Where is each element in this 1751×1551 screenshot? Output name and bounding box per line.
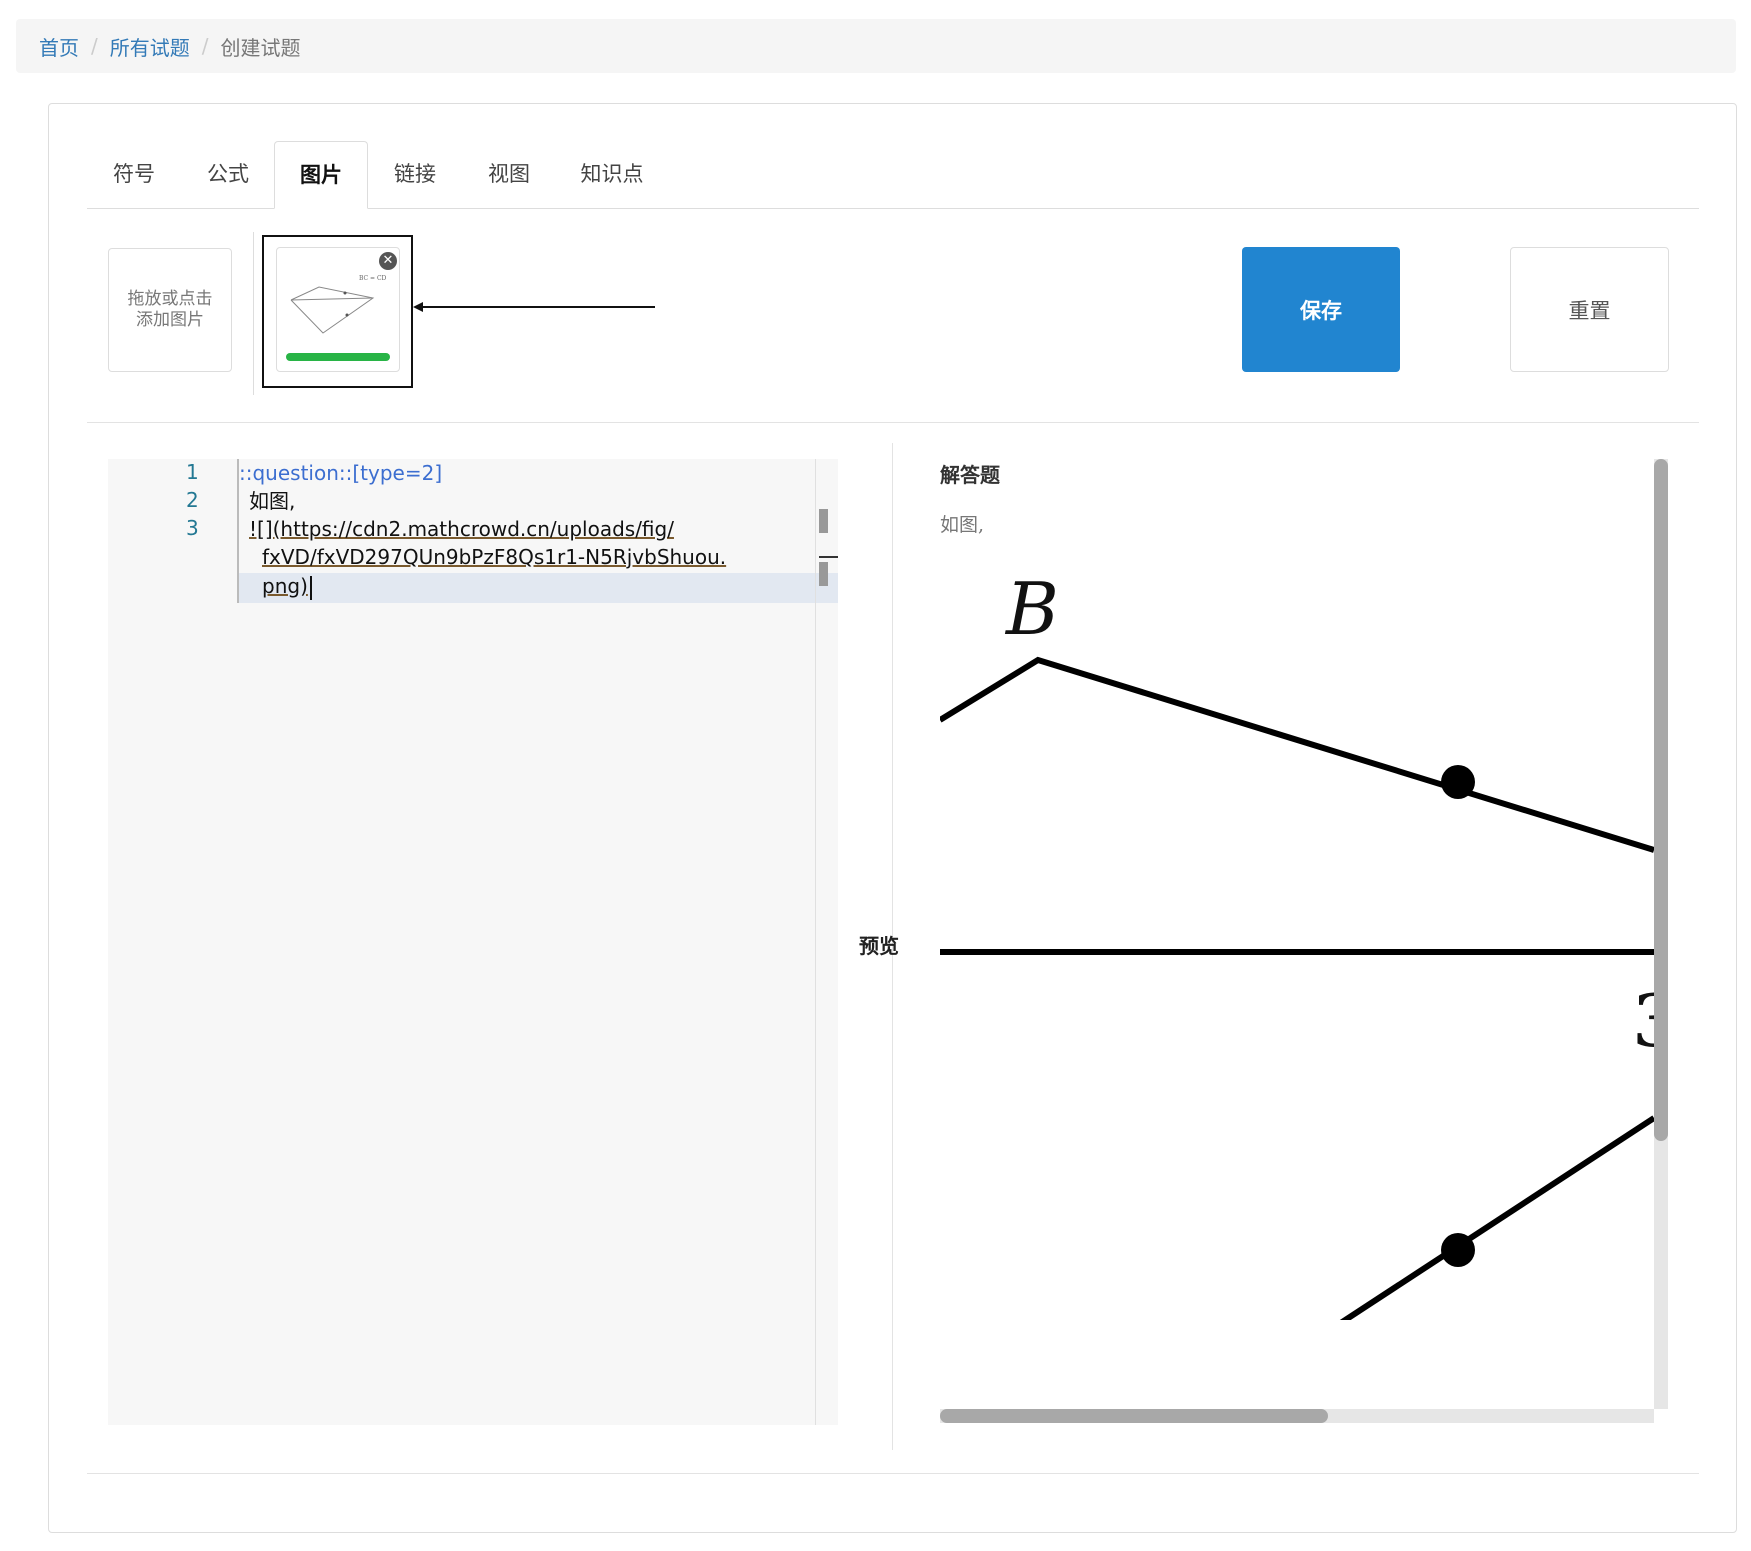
breadcrumb-home[interactable]: 首页 — [39, 32, 79, 61]
editor-scrollbar[interactable] — [815, 459, 816, 1425]
image-dropzone[interactable]: 拖放或点击 添加图片 — [108, 248, 232, 372]
save-button[interactable]: 保存 — [1242, 247, 1400, 372]
preview-label: 预览 — [859, 934, 899, 958]
tab-view[interactable]: 视图 — [462, 141, 556, 208]
breadcrumb-separator: / — [91, 34, 98, 58]
divider — [253, 232, 254, 395]
annotation-arrow-icon — [413, 302, 655, 312]
tab-knowledge-point[interactable]: 知识点 — [556, 141, 668, 208]
thumbnail-label: BC = CD — [359, 275, 387, 282]
tab-link[interactable]: 链接 — [368, 141, 462, 208]
preview-question-type: 解答题 — [940, 463, 1000, 487]
line-number: 1 — [186, 460, 199, 484]
code-line-directive: ::question::[type=2] — [239, 461, 443, 485]
breadcrumb-separator: / — [201, 34, 209, 58]
preview-vertical-scroll-thumb[interactable] — [1654, 459, 1668, 1141]
editor-scroll-marker — [819, 562, 828, 586]
code-line-image-link: ![](https://cdn2.mathcrowd.cn/uploads/fi… — [249, 517, 674, 541]
markdown-editor[interactable]: 1 2 3 ::question::[type=2] 如图, ![](https… — [108, 459, 838, 1425]
breadcrumb-all-questions[interactable]: 所有试题 — [110, 32, 190, 61]
figure-label-b: B — [1004, 567, 1059, 651]
code-line-text: 如图, — [249, 489, 296, 513]
text-cursor — [310, 576, 312, 600]
code-line-image-link-cont: fxVD/fxVD297QUn9bPzF8Qs1r1-N5RjvbShuou. — [262, 545, 727, 569]
preview-pane[interactable]: 解答题 如图, B 3 — [940, 459, 1680, 1425]
tab-image[interactable]: 图片 — [274, 141, 368, 209]
breadcrumb: 首页 / 所有试题 / 创建试题 — [16, 19, 1736, 73]
tab-formula[interactable]: 公式 — [181, 141, 275, 208]
reset-button[interactable]: 重置 — [1510, 247, 1669, 372]
line-number: 2 — [186, 488, 199, 512]
figure-label-partial: 3 — [1632, 979, 1654, 1063]
dropzone-label-line2: 添加图片 — [136, 310, 204, 330]
divider — [87, 422, 1699, 423]
editor-scroll-marker — [819, 556, 838, 558]
breadcrumb-current: 创建试题 — [220, 35, 301, 60]
dropzone-label-line1: 拖放或点击 — [127, 289, 213, 309]
editor-scroll-marker — [819, 509, 828, 533]
question-editor-panel: 符号 公式 图片 链接 视图 知识点 拖放或点击 添加图片 BC = CD ✕ — [48, 103, 1737, 1533]
current-line-highlight — [239, 573, 838, 603]
preview-question-text: 如图, — [940, 514, 985, 536]
line-number: 3 — [186, 516, 199, 540]
preview-horizontal-scroll-thumb[interactable] — [940, 1409, 1328, 1423]
uploaded-image-thumbnail[interactable]: BC = CD ✕ — [276, 247, 400, 372]
code-line-image-link-end: png) — [262, 574, 308, 598]
tab-bar: 符号 公式 图片 链接 视图 知识点 — [87, 141, 1699, 209]
uploaded-image-highlight: BC = CD ✕ — [262, 235, 413, 388]
preview-figure: B 3 — [940, 560, 1654, 1320]
line-number-gutter: 1 2 3 — [108, 459, 238, 603]
geometry-figure: B 3 — [940, 567, 1654, 1320]
code-area[interactable]: ::question::[type=2] 如图, ![](https://cdn… — [237, 459, 838, 603]
tab-symbols[interactable]: 符号 — [87, 141, 181, 208]
upload-progress-bar — [286, 353, 390, 361]
divider — [87, 1473, 1699, 1474]
remove-image-icon[interactable]: ✕ — [379, 252, 397, 270]
thumbnail-figure: BC = CD — [290, 275, 387, 334]
